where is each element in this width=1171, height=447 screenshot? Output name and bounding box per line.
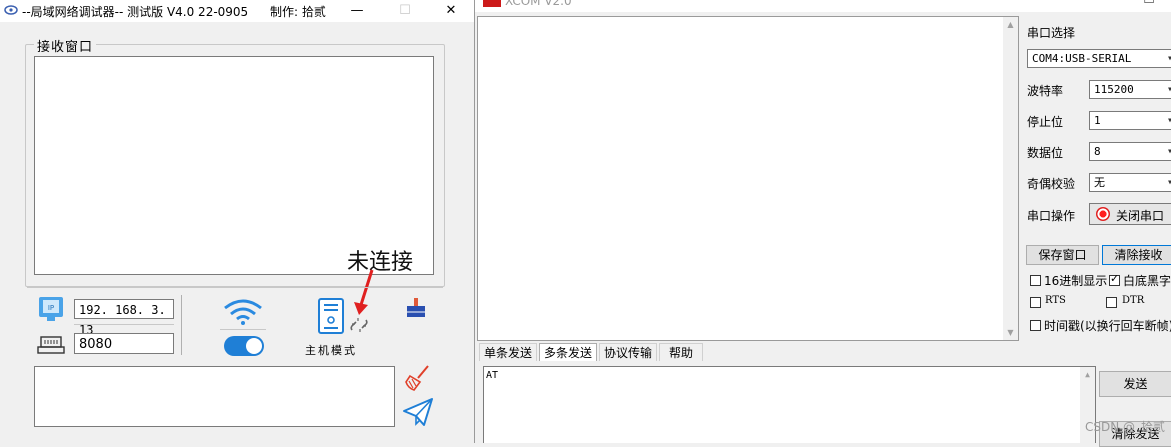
clear-icon[interactable] — [404, 296, 428, 320]
tab-help[interactable]: 帮助 — [659, 343, 703, 361]
data-bits-label: 数据位 — [1027, 146, 1064, 160]
data-bits-value: 8 — [1094, 145, 1101, 158]
baud-rate-value: 115200 — [1094, 83, 1134, 96]
clear-receive-button[interactable]: 清除接收 — [1102, 245, 1171, 265]
window-buttons: —☐ — [1080, 0, 1171, 7]
hex-display-checkbox[interactable] — [1030, 275, 1041, 286]
serial-select-label: 串口选择 — [1027, 26, 1076, 40]
toggle-knob — [246, 338, 262, 354]
divider — [181, 295, 182, 355]
watermark: CSDN @_拾贰 — [1084, 420, 1165, 434]
xcom-window: XCOM V2.0 —☐ ▲ ▼ 串口选择 COM4:USB-SERIAL ▾ … — [474, 0, 1171, 447]
divider — [27, 287, 443, 288]
scroll-up-icon[interactable]: ▲ — [1080, 367, 1095, 382]
timestamp-label: 时间戳(以换行回车断帧) — [1044, 319, 1171, 333]
broom-icon[interactable] — [404, 364, 432, 392]
send-button[interactable]: 发送 — [1099, 371, 1171, 397]
server-icon — [318, 298, 344, 334]
minimize-button[interactable]: — — [334, 0, 380, 22]
title-bar: XCOM V2.0 —☐ — [475, 0, 1171, 12]
hex-display-label: 16进制显示 — [1044, 274, 1108, 288]
tab-protocol[interactable]: 协议传输 — [599, 343, 657, 361]
network-debugger-window: --局域网络调试器-- 测试版 V4.0 22-0905 制作: 拾贰 — ☐ … — [0, 0, 474, 443]
receive-textarea[interactable]: ▲ ▼ — [477, 16, 1019, 341]
parity-value: 无 — [1094, 176, 1105, 189]
stop-bits-select[interactable]: 1 ▾ — [1089, 111, 1171, 130]
white-bg-label: 白底黑字 — [1123, 274, 1171, 288]
chevron-down-icon: ▾ — [1162, 174, 1171, 191]
maximize-button[interactable]: ☐ — [382, 0, 428, 22]
chevron-down-icon: ▾ — [1162, 143, 1171, 160]
title-bar: --局域网络调试器-- 测试版 V4.0 22-0905 制作: 拾贰 — ☐ … — [0, 0, 474, 22]
window-title: XCOM V2.0 — [505, 0, 572, 8]
author-label: 制作: 拾贰 — [270, 5, 326, 19]
white-bg-checkbox[interactable] — [1109, 272, 1120, 286]
rts-checkbox[interactable] — [1030, 297, 1041, 308]
scroll-up-icon[interactable]: ▲ — [1003, 17, 1018, 32]
send-textarea[interactable]: AT ▲ — [483, 366, 1096, 443]
ip-address-input[interactable]: 192. 168. 3. 13 — [74, 299, 174, 337]
close-button[interactable]: ✕ — [428, 0, 474, 22]
receive-window-label: 接收窗口 — [34, 36, 97, 55]
parity-select[interactable]: 无 ▾ — [1089, 173, 1171, 192]
minimize-button[interactable]: — — [1080, 0, 1126, 7]
timestamp-checkbox[interactable] — [1030, 320, 1041, 331]
tab-single-send[interactable]: 单条发送 — [479, 343, 537, 361]
send-text: AT — [486, 370, 499, 381]
receive-textarea[interactable] — [34, 56, 434, 275]
stop-bits-value: 1 — [1094, 114, 1101, 127]
divider — [74, 324, 174, 325]
port-select[interactable]: COM4:USB-SERIAL ▾ — [1027, 49, 1171, 68]
connect-toggle[interactable] — [224, 336, 264, 356]
data-bits-select[interactable]: 8 ▾ — [1089, 142, 1171, 161]
serial-status-led-icon — [1096, 207, 1110, 221]
chevron-down-icon: ▾ — [1162, 112, 1171, 129]
vertical-scrollbar[interactable]: ▲ ▼ — [1003, 17, 1018, 340]
svg-text:IP: IP — [48, 304, 54, 312]
rts-label: RTS — [1045, 295, 1066, 306]
baud-rate-select[interactable]: 115200 ▾ — [1089, 80, 1171, 99]
port-select-value: COM4:USB-SERIAL — [1032, 52, 1132, 65]
port-input[interactable]: 8080 — [74, 333, 174, 354]
send-icon[interactable] — [402, 397, 434, 427]
stop-bits-label: 停止位 — [1027, 115, 1064, 129]
chevron-down-icon: ▾ — [1162, 50, 1171, 67]
serial-operation-label: 串口操作 — [1027, 209, 1076, 223]
scroll-down-icon[interactable]: ▼ — [1003, 325, 1018, 340]
app-icon — [4, 5, 18, 15]
broken-link-icon[interactable] — [349, 315, 369, 335]
maximize-button[interactable]: ☐ — [1126, 0, 1171, 7]
dtr-label: DTR — [1122, 295, 1145, 306]
close-serial-label: 关闭串口 — [1116, 209, 1165, 223]
dtr-checkbox[interactable] — [1106, 297, 1117, 308]
tab-multi-send[interactable]: 多条发送 — [539, 343, 597, 361]
send-textarea[interactable] — [34, 366, 395, 427]
port-icon — [37, 336, 65, 354]
divider — [220, 329, 266, 330]
host-mode-label: 主机模式 — [305, 344, 357, 357]
parity-label: 奇偶校验 — [1027, 177, 1076, 191]
xcom-logo-icon — [483, 0, 501, 7]
ip-icon: IP — [39, 297, 63, 321]
close-serial-button[interactable]: 关闭串口 — [1089, 203, 1171, 225]
chevron-down-icon: ▾ — [1162, 81, 1171, 98]
annotation-arrow-icon — [354, 269, 374, 315]
save-window-button[interactable]: 保存窗口 — [1026, 245, 1099, 265]
window-title: --局域网络调试器-- 测试版 V4.0 22-0905 — [22, 5, 249, 19]
wifi-icon — [224, 299, 262, 325]
baud-rate-label: 波特率 — [1027, 84, 1064, 98]
